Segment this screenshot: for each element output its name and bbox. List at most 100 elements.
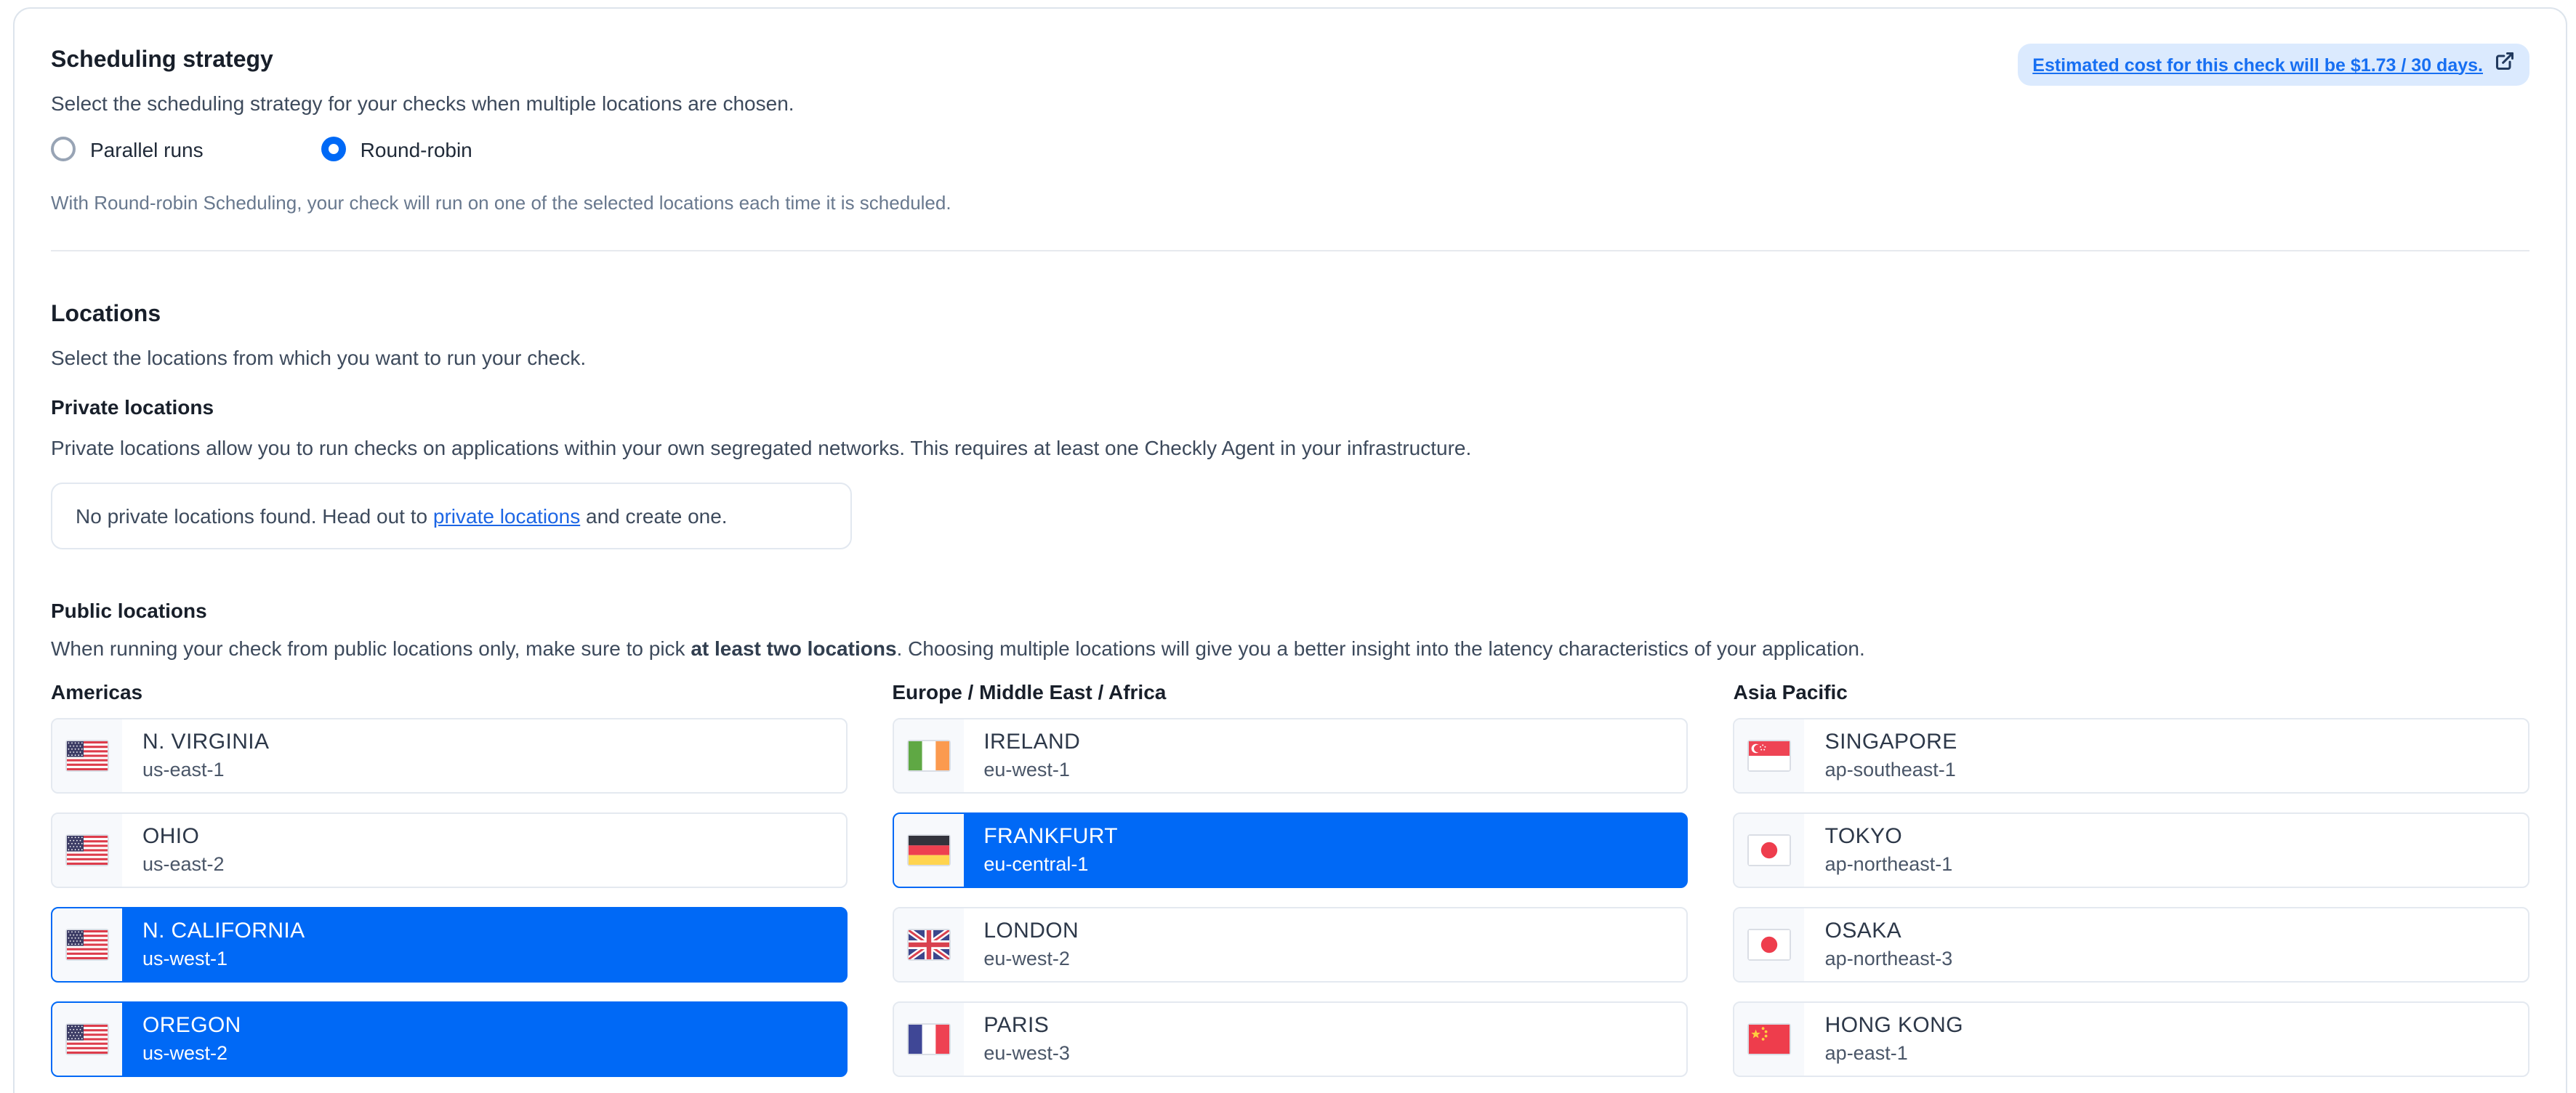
flag-jp-icon xyxy=(1750,836,1790,865)
location-region-code: eu-central-1 xyxy=(983,852,1118,876)
flag-us-icon xyxy=(67,741,108,770)
locations-subtitle: Select the locations from which you want… xyxy=(51,343,2529,372)
location-card-ap-east-1[interactable]: HONG KONGap-east-1 xyxy=(1734,1001,2529,1077)
scheduling-header: Scheduling strategy Select the schedulin… xyxy=(51,47,2529,118)
flag-us-icon xyxy=(67,1025,108,1054)
radio-option-label: Round-robin xyxy=(361,137,472,161)
location-city: IRELAND xyxy=(983,730,1080,756)
location-region-code: us-east-1 xyxy=(142,757,269,782)
location-region-code: us-east-2 xyxy=(142,852,225,876)
public-locations-grid: Americas N. VIRGINIAus-east-1 OHIOus-east-… xyxy=(51,680,2529,1093)
flag-panel xyxy=(893,908,963,981)
estimated-cost-link[interactable]: Estimated cost for this check will be $1… xyxy=(2018,44,2529,86)
flag-ie-icon xyxy=(908,741,949,770)
flag-panel xyxy=(52,1003,122,1076)
location-text: FRANKFURTeu-central-1 xyxy=(963,814,1118,887)
radio-option-round-robin[interactable]: Round-robin xyxy=(321,137,472,161)
region-column-americas: Americas N. VIRGINIAus-east-1 OHIOus-east-… xyxy=(51,680,847,1093)
flag-panel xyxy=(893,814,963,887)
location-region-code: ap-east-1 xyxy=(1825,1041,1963,1065)
flag-cn-icon xyxy=(1750,1025,1790,1054)
location-card-eu-west-3[interactable]: PARISeu-west-3 xyxy=(892,1001,1688,1077)
flag-gb-icon xyxy=(908,930,949,959)
location-text: TOKYOap-northeast-1 xyxy=(1805,814,1953,887)
private-locations-title: Private locations xyxy=(51,394,2529,420)
location-city: OREGON xyxy=(142,1013,241,1039)
location-city: PARIS xyxy=(983,1013,1070,1039)
location-city: OSAKA xyxy=(1825,919,1953,945)
flag-panel xyxy=(1735,908,1805,981)
external-link-icon xyxy=(2495,51,2515,78)
location-region-code: ap-northeast-3 xyxy=(1825,946,1953,971)
location-region-code: ap-southeast-1 xyxy=(1825,757,1957,782)
flag-panel xyxy=(52,814,122,887)
check-settings-card: Scheduling strategy Select the schedulin… xyxy=(13,7,2567,1093)
location-card-us-east-2[interactable]: OHIOus-east-2 xyxy=(51,812,847,888)
location-card-eu-west-1[interactable]: IRELANDeu-west-1 xyxy=(892,718,1688,794)
location-text: OSAKAap-northeast-3 xyxy=(1805,908,1953,981)
region-column-europe-middle-east-africa: Europe / Middle East / AfricaIRELANDeu-w… xyxy=(892,680,1688,1093)
scheduling-helper-text: With Round-robin Scheduling, your check … xyxy=(51,190,2529,217)
public-locations-description: When running your check from public loca… xyxy=(51,634,2529,663)
private-locations-empty-notice: No private locations found. Head out to … xyxy=(51,483,852,549)
location-city: HONG KONG xyxy=(1825,1013,1963,1039)
scheduling-strategy-options: Parallel runs Round-robin xyxy=(51,137,2529,161)
location-card-us-east-1[interactable]: N. VIRGINIAus-east-1 xyxy=(51,718,847,794)
location-city: TOKYO xyxy=(1825,824,1953,850)
location-text: LONDONeu-west-2 xyxy=(963,908,1079,981)
region-column-asia-pacific: Asia PacificSINGAPOREap-southeast-1TOKYO… xyxy=(1734,680,2529,1093)
location-text: OHIOus-east-2 xyxy=(122,814,225,887)
location-region-code: us-west-2 xyxy=(142,1041,241,1065)
location-card-ap-northeast-3[interactable]: OSAKAap-northeast-3 xyxy=(1734,907,2529,983)
flag-us-icon xyxy=(67,836,108,865)
flag-panel xyxy=(893,1003,963,1076)
location-text: PARISeu-west-3 xyxy=(963,1003,1070,1076)
public-locations-title: Public locations xyxy=(51,597,2529,624)
location-card-ap-southeast-1[interactable]: SINGAPOREap-southeast-1 xyxy=(1734,718,2529,794)
region-title: Europe / Middle East / Africa xyxy=(892,680,1688,703)
location-city: FRANKFURT xyxy=(983,824,1118,850)
region-title: Americas xyxy=(51,680,847,703)
location-city: N. VIRGINIA xyxy=(142,730,269,756)
private-locations-link[interactable]: private locations xyxy=(433,504,580,528)
flag-fr-icon xyxy=(908,1025,949,1054)
public-description-before: When running your check from public loca… xyxy=(51,637,691,660)
location-region-code: ap-northeast-1 xyxy=(1825,852,1953,876)
public-description-after: . Choosing multiple locations will give … xyxy=(897,637,1865,660)
radio-unselected-icon xyxy=(51,137,76,161)
location-card-us-west-1[interactable]: N. CALIFORNIAus-west-1 xyxy=(51,907,847,983)
flag-panel xyxy=(52,908,122,981)
location-card-eu-west-2[interactable]: LONDONeu-west-2 xyxy=(892,907,1688,983)
flag-sg-icon xyxy=(1750,741,1790,770)
location-text: N. VIRGINIAus-east-1 xyxy=(122,719,269,792)
flag-jp-icon xyxy=(1750,930,1790,959)
radio-option-parallel-runs[interactable]: Parallel runs xyxy=(51,137,204,161)
empty-notice-text-after: and create one. xyxy=(580,504,727,528)
flag-panel xyxy=(1735,1003,1805,1076)
radio-selected-icon xyxy=(321,137,346,161)
public-description-bold: at least two locations xyxy=(691,637,896,660)
flag-panel xyxy=(52,719,122,792)
location-region-code: eu-west-3 xyxy=(983,1041,1070,1065)
page: Scheduling strategy Select the schedulin… xyxy=(0,0,2576,1093)
location-card-eu-central-1[interactable]: FRANKFURTeu-central-1 xyxy=(892,812,1688,888)
scheduling-strategy-title: Scheduling strategy xyxy=(51,47,794,76)
location-region-code: us-west-1 xyxy=(142,946,305,971)
location-region-code: eu-west-2 xyxy=(983,946,1079,971)
section-divider xyxy=(51,250,2529,251)
scheduling-header-text: Scheduling strategy Select the schedulin… xyxy=(51,47,794,118)
location-region-code: eu-west-1 xyxy=(983,757,1080,782)
scheduling-strategy-subtitle: Select the scheduling strategy for your … xyxy=(51,89,794,118)
empty-notice-text-before: No private locations found. Head out to xyxy=(76,504,433,528)
location-text: N. CALIFORNIAus-west-1 xyxy=(122,908,305,981)
location-card-ap-northeast-1[interactable]: TOKYOap-northeast-1 xyxy=(1734,812,2529,888)
flag-us-icon xyxy=(67,930,108,959)
location-city: LONDON xyxy=(983,919,1079,945)
location-city: N. CALIFORNIA xyxy=(142,919,305,945)
location-card-us-west-2[interactable]: OREGONus-west-2 xyxy=(51,1001,847,1077)
location-city: SINGAPORE xyxy=(1825,730,1957,756)
estimated-cost-text: Estimated cost for this check will be $1… xyxy=(2032,55,2483,75)
private-locations-description: Private locations allow you to run check… xyxy=(51,433,2529,462)
flag-de-icon xyxy=(908,836,949,865)
location-text: OREGONus-west-2 xyxy=(122,1003,241,1076)
